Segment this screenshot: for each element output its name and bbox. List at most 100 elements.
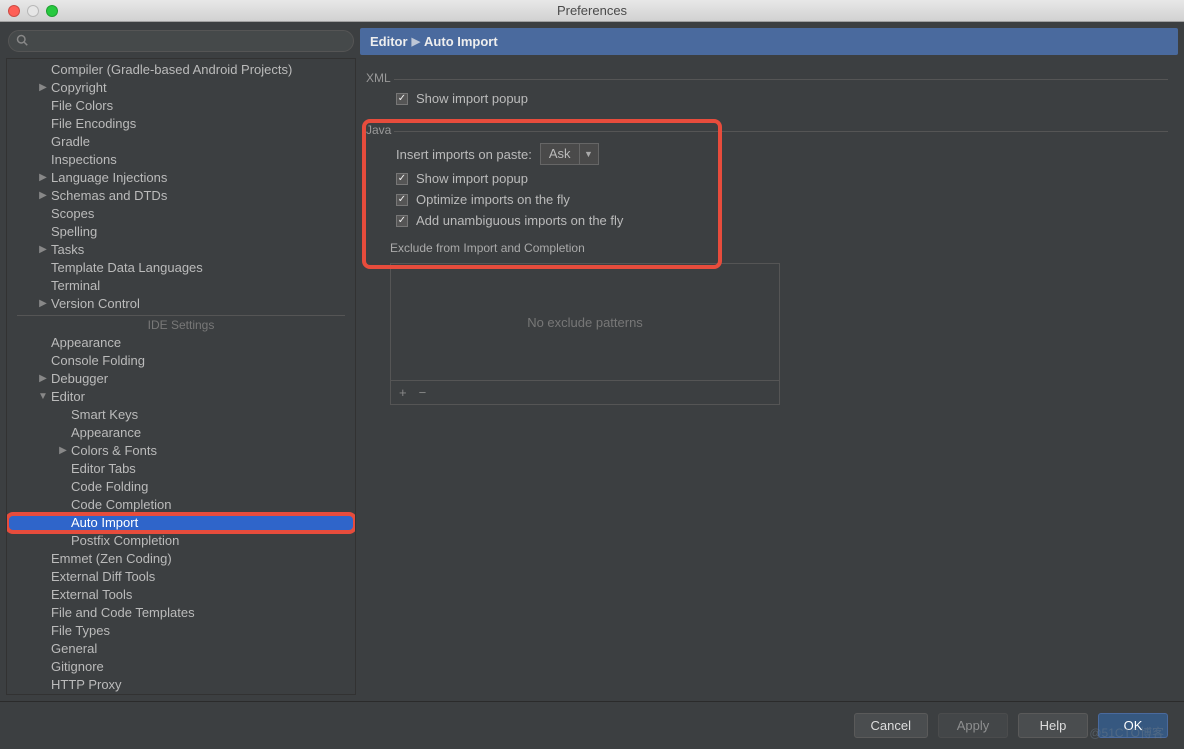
tree-item[interactable]: ▶Tasks bbox=[7, 241, 355, 259]
tree-item[interactable]: Code Completion bbox=[7, 496, 355, 514]
tree-item[interactable]: ▶Colors & Fonts bbox=[7, 442, 355, 460]
close-window-icon[interactable] bbox=[8, 5, 20, 17]
tree-item[interactable]: Compiler (Gradle-based Android Projects) bbox=[7, 61, 355, 79]
tree-item[interactable]: External Diff Tools bbox=[7, 568, 355, 586]
tree-item[interactable]: File and Code Templates bbox=[7, 604, 355, 622]
ok-button[interactable]: OK bbox=[1098, 713, 1168, 738]
window-controls bbox=[8, 5, 58, 17]
breadcrumb-root: Editor bbox=[370, 34, 408, 49]
tree-item-label: Editor bbox=[51, 388, 85, 406]
tree-item[interactable]: HTTP Proxy bbox=[7, 676, 355, 694]
tree-item-label: Appearance bbox=[71, 424, 141, 442]
tree-item[interactable]: Gitignore bbox=[7, 658, 355, 676]
checkbox-icon[interactable]: ✓ bbox=[396, 93, 408, 105]
exclude-toolbar: + − bbox=[391, 380, 779, 404]
tree-item[interactable]: Postfix Completion bbox=[7, 532, 355, 550]
optimize-imports-label: Optimize imports on the fly bbox=[416, 192, 570, 207]
add-unambiguous-row[interactable]: ✓ Add unambiguous imports on the fly bbox=[366, 210, 1172, 231]
tree-item-label: File Types bbox=[51, 622, 110, 640]
tree-item-label: Code Completion bbox=[71, 496, 171, 514]
search-input[interactable] bbox=[8, 30, 354, 52]
optimize-imports-row[interactable]: ✓ Optimize imports on the fly bbox=[366, 189, 1172, 210]
window-title: Preferences bbox=[557, 3, 627, 18]
tree-item[interactable]: Terminal bbox=[7, 277, 355, 295]
tree-item-label: External Tools bbox=[51, 586, 132, 604]
chevron-right-icon[interactable]: ▶ bbox=[37, 241, 49, 259]
tree-item[interactable]: Code Folding bbox=[7, 478, 355, 496]
tree-item[interactable]: Editor Tabs bbox=[7, 460, 355, 478]
java-group-label: Java bbox=[366, 123, 1172, 137]
tree-item[interactable]: Template Data Languages bbox=[7, 259, 355, 277]
tree-item[interactable]: Inspections bbox=[7, 151, 355, 169]
tree-item-label: Postfix Completion bbox=[71, 532, 179, 550]
chevron-down-icon[interactable]: ▼ bbox=[580, 144, 598, 164]
tree-item-label: File and Code Templates bbox=[51, 604, 195, 622]
checkbox-icon[interactable]: ✓ bbox=[396, 173, 408, 185]
remove-icon[interactable]: − bbox=[419, 385, 427, 400]
tree-section-header: IDE Settings bbox=[17, 315, 345, 332]
tree-item-label: Tasks bbox=[51, 241, 84, 259]
tree-item[interactable]: Console Folding bbox=[7, 352, 355, 370]
chevron-right-icon[interactable]: ▶ bbox=[37, 370, 49, 388]
cancel-button[interactable]: Cancel bbox=[854, 713, 928, 738]
java-show-import-popup-row[interactable]: ✓ Show import popup bbox=[366, 168, 1172, 189]
tree-item[interactable]: General bbox=[7, 640, 355, 658]
tree-item[interactable]: ▶Schemas and DTDs bbox=[7, 187, 355, 205]
tree-item[interactable]: Emmet (Zen Coding) bbox=[7, 550, 355, 568]
tree-item-label: Code Folding bbox=[71, 478, 148, 496]
tree-item[interactable]: Gradle bbox=[7, 133, 355, 151]
tree-item-label: External Diff Tools bbox=[51, 568, 155, 586]
tree-item-label: Debugger bbox=[51, 370, 108, 388]
xml-show-import-popup-row[interactable]: ✓ Show import popup bbox=[366, 88, 1172, 109]
tree-item[interactable]: Scopes bbox=[7, 205, 355, 223]
insert-imports-on-paste-select[interactable]: Ask ▼ bbox=[540, 143, 599, 165]
chevron-right-icon[interactable]: ▶ bbox=[37, 187, 49, 205]
tree-item[interactable]: ▶Debugger bbox=[7, 370, 355, 388]
tree-item-label: Template Data Languages bbox=[51, 259, 203, 277]
tree-item[interactable]: Auto Import bbox=[7, 514, 355, 532]
chevron-right-icon[interactable]: ▶ bbox=[37, 79, 49, 97]
settings-tree[interactable]: Compiler (Gradle-based Android Projects)… bbox=[6, 58, 356, 695]
main-panel: Editor ▶ Auto Import XML ✓ Show import p… bbox=[360, 28, 1178, 695]
tree-item-label: HTTP Proxy bbox=[51, 676, 122, 694]
tree-item-label: Editor Tabs bbox=[71, 460, 136, 478]
apply-button[interactable]: Apply bbox=[938, 713, 1008, 738]
checkbox-icon[interactable]: ✓ bbox=[396, 194, 408, 206]
sidebar: Compiler (Gradle-based Android Projects)… bbox=[6, 28, 356, 695]
tree-item[interactable]: ▶Copyright bbox=[7, 79, 355, 97]
tree-item[interactable]: Smart Keys bbox=[7, 406, 355, 424]
chevron-right-icon[interactable]: ▶ bbox=[37, 169, 49, 187]
add-icon[interactable]: + bbox=[399, 385, 407, 400]
tree-item-label: Language Injections bbox=[51, 169, 167, 187]
help-button[interactable]: Help bbox=[1018, 713, 1088, 738]
insert-imports-on-paste-label: Insert imports on paste: bbox=[396, 147, 532, 162]
tree-item[interactable]: File Types bbox=[7, 622, 355, 640]
tree-item[interactable]: ▶Language Injections bbox=[7, 169, 355, 187]
tree-item-label: Inspections bbox=[51, 151, 117, 169]
tree-item[interactable]: File Colors bbox=[7, 97, 355, 115]
tree-item-label: Spelling bbox=[51, 223, 97, 241]
tree-item[interactable]: External Tools bbox=[7, 586, 355, 604]
tree-item[interactable]: Appearance bbox=[7, 334, 355, 352]
chevron-down-icon[interactable]: ▼ bbox=[37, 388, 49, 406]
minimize-window-icon[interactable] bbox=[27, 5, 39, 17]
tree-item-label: Auto Import bbox=[71, 514, 138, 532]
tree-item[interactable]: ▶Version Control bbox=[7, 295, 355, 313]
tree-item-label: File Encodings bbox=[51, 115, 136, 133]
tree-item[interactable]: File Encodings bbox=[7, 115, 355, 133]
tree-item-label: Appearance bbox=[51, 334, 121, 352]
tree-item[interactable]: Spelling bbox=[7, 223, 355, 241]
checkbox-icon[interactable]: ✓ bbox=[396, 215, 408, 227]
java-show-import-popup-label: Show import popup bbox=[416, 171, 528, 186]
footer: Cancel Apply Help OK bbox=[0, 701, 1184, 749]
zoom-window-icon[interactable] bbox=[46, 5, 58, 17]
chevron-right-icon[interactable]: ▶ bbox=[37, 295, 49, 313]
tree-item[interactable]: Appearance bbox=[7, 424, 355, 442]
breadcrumb-leaf: Auto Import bbox=[424, 34, 498, 49]
tree-item-label: Scopes bbox=[51, 205, 94, 223]
search-icon bbox=[16, 34, 28, 46]
titlebar: Preferences bbox=[0, 0, 1184, 22]
tree-item[interactable]: ▼Editor bbox=[7, 388, 355, 406]
add-unambiguous-label: Add unambiguous imports on the fly bbox=[416, 213, 623, 228]
chevron-right-icon[interactable]: ▶ bbox=[57, 442, 69, 460]
